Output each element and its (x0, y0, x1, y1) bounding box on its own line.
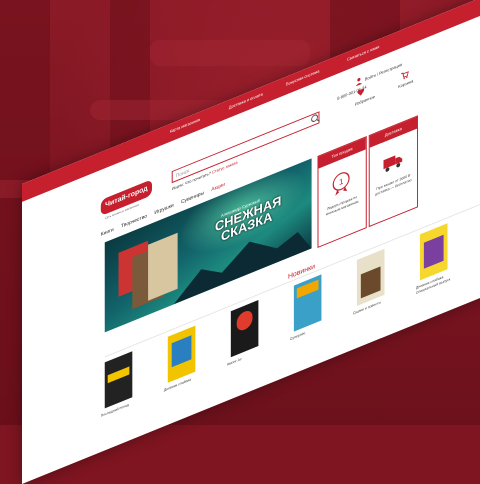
medal-icon: 1 (332, 172, 350, 196)
book-cover (296, 279, 319, 299)
promo-title: Топ продаж (318, 137, 366, 169)
book-card[interactable] (167, 325, 196, 383)
svg-text:1: 1 (339, 177, 344, 188)
login-link[interactable]: Войти / Регистрация (365, 62, 402, 82)
book-cover (423, 234, 444, 269)
book-card[interactable] (104, 351, 133, 409)
book-card[interactable] (356, 248, 385, 306)
heart-icon[interactable] (357, 87, 365, 98)
promo-title: Доставка (369, 116, 417, 148)
delivery-truck-icon (383, 155, 403, 172)
book-cover (171, 335, 192, 368)
book-card[interactable] (419, 223, 448, 281)
promo-top-sales[interactable]: Топ продаж 1 Лидеры продаж по книжным ма… (317, 136, 367, 248)
book-cover (236, 308, 253, 333)
search-icon[interactable] (310, 110, 322, 127)
promo-delivery[interactable]: Доставка При заказе от 2000 ₽ доставка —… (368, 115, 418, 228)
book-cover (360, 266, 381, 299)
promo-text: Лидеры продаж по книжным магазинам (325, 194, 359, 217)
user-icon[interactable] (355, 76, 363, 87)
promo-text: При заказе от 2000 ₽ доставка — бесплатн… (375, 173, 412, 197)
book-card[interactable] (293, 274, 322, 332)
banner-book-cover (148, 232, 178, 301)
book-card[interactable] (230, 300, 259, 358)
book-cover (107, 366, 130, 384)
